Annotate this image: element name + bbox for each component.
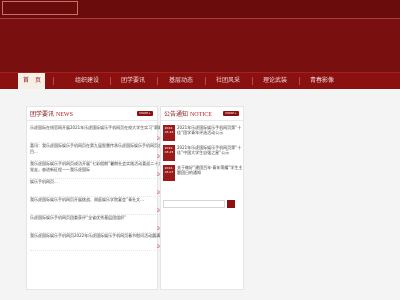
nav-gallery[interactable]: 青春影像 — [305, 73, 339, 89]
page: 首 页 组织建设 团学要讯 基层动态 社团风采 理论武装 青春影像 团学要讯 N… — [0, 0, 400, 300]
notice-title: 公告通知 NOTICE — [164, 109, 212, 118]
news-list: 乐虎国际在线官网开展2021年乐虎国际娱乐手机网页在校大学生实习“薪酬计划” 2… — [30, 125, 180, 251]
main-nav: 首 页 组织建设 团学要讯 基层动态 社团风采 理论武装 青春影像 — [0, 72, 400, 90]
notice-panel: 公告通知 NOTICE MORE+ 2022-03-26 2021年乐虎国际娱乐… — [160, 106, 244, 290]
news-item[interactable]: 娱乐手机网页... 2022-05-01 — [30, 179, 180, 197]
nav-clubs[interactable]: 社团风采 — [211, 73, 245, 89]
news-more-button[interactable]: MORE+ — [137, 111, 153, 116]
news-item[interactable]: 我乐虎国际娱乐手机网页开展挑战、周庭娱乐学院宴会”青社文... 2022-04-… — [30, 197, 180, 215]
nav-separator — [110, 77, 111, 85]
notice-text[interactable]: 关于做好“建团百年·青年荣耀”学生主题团日的通知 — [177, 165, 243, 181]
nav-grassroots[interactable]: 基层动态 — [164, 73, 198, 89]
nav-home[interactable]: 首 页 — [18, 73, 45, 89]
search-input[interactable] — [163, 200, 225, 208]
notice-text[interactable]: 2021年乐虎国际娱乐手机网页第“十佳”团学青年评选活动公示 — [177, 125, 243, 141]
top-bar — [0, 0, 400, 19]
news-item[interactable]: 乐虎国际在线官网开展2021年乐虎国际娱乐手机网页在校大学生实习“薪酬计划” 2… — [30, 125, 180, 143]
news-item[interactable]: 喜讯：我乐虎国际娱乐手机网页在第九届智慧传承乐虎国际娱乐手机网页志愿服务项目..… — [30, 143, 180, 161]
nav-organization[interactable]: 组织建设 — [70, 73, 104, 89]
news-title-cn: 团学要讯 — [30, 111, 55, 118]
content-area: 团学要讯 NEWS MORE+ 乐虎国际在线官网开展2021年乐虎国际娱乐手机网… — [0, 89, 400, 300]
notice-header: 公告通知 NOTICE MORE+ — [161, 107, 243, 121]
nav-separator — [252, 77, 253, 85]
notice-item[interactable]: 2022-03-25 2021年乐虎国际娱乐手机网页第“十佳”中国大学生自强之星… — [163, 145, 243, 163]
news-item[interactable]: 我乐虎国际娱乐手机网页成功开展“七彩假期”暑期社会实践活动喜迎二十大，永远跟党走… — [30, 161, 180, 179]
nav-separator — [299, 77, 300, 85]
news-title: 团学要讯 NEWS — [30, 109, 73, 118]
news-item[interactable]: 我乐虎国际娱乐手机网页2022年乐虎国际娱乐手机网页春节慰问活动圆满结束 202… — [30, 233, 180, 251]
nav-separator — [53, 77, 54, 85]
logo[interactable] — [2, 1, 78, 15]
notice-date: 2022-03-26 — [163, 125, 175, 141]
notice-date: 2022-03-25 — [163, 145, 175, 161]
notice-title-cn: 公告通知 — [164, 111, 189, 118]
news-panel: 团学要讯 NEWS MORE+ 乐虎国际在线官网开展2021年乐虎国际娱乐手机网… — [26, 106, 180, 290]
news-title-en: NEWS — [55, 112, 73, 118]
nav-separator — [205, 77, 206, 85]
notice-item[interactable]: 2022-03-07 关于做好“建团百年·青年荣耀”学生主题团日的通知 — [163, 165, 243, 183]
nav-theory[interactable]: 理论武装 — [258, 73, 292, 89]
notice-title-en: NOTICE — [189, 112, 212, 118]
nav-news[interactable]: 团学要讯 — [116, 73, 150, 89]
nav-separator — [157, 77, 158, 85]
search-button[interactable] — [227, 200, 235, 208]
news-header: 团学要讯 NEWS MORE+ — [27, 107, 157, 121]
notice-more-button[interactable]: MORE+ — [223, 111, 239, 116]
notice-text[interactable]: 2021年乐虎国际娱乐手机网页第“十佳”中国大学生自强之星”公示 — [177, 145, 243, 161]
notice-list: 2022-03-26 2021年乐虎国际娱乐手机网页第“十佳”团学青年评选活动公… — [163, 125, 243, 185]
notice-item[interactable]: 2022-03-26 2021年乐虎国际娱乐手机网页第“十佳”团学青年评选活动公… — [163, 125, 243, 143]
notice-date: 2022-03-07 — [163, 165, 175, 181]
news-item[interactable]: 乐虎国际娱乐手机网页团委获评“全省优秀基层团组织” 2022-03-21 — [30, 215, 180, 233]
